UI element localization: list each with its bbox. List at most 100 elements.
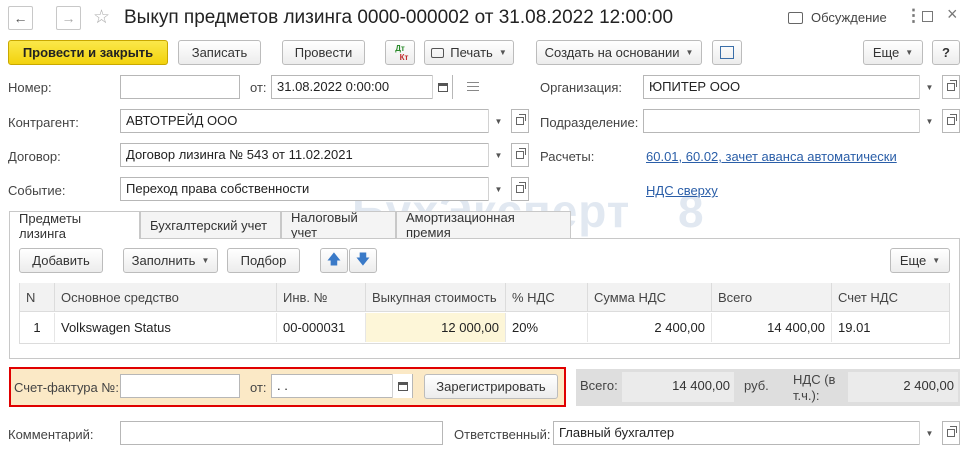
open-icon <box>947 426 957 437</box>
vat-total-label: НДС (в т.ч.): <box>793 372 836 403</box>
col-n[interactable]: N <box>20 283 55 312</box>
invoice-number-input[interactable] <box>120 374 240 398</box>
col-inv[interactable]: Инв. № <box>277 283 366 312</box>
comment-input[interactable] <box>120 421 443 445</box>
col-price[interactable]: Выкупная стоимость <box>366 283 506 312</box>
col-vat-rate[interactable]: % НДС <box>506 283 588 312</box>
add-label: Добавить <box>32 253 90 268</box>
chevron-down-icon[interactable]: ▼ <box>488 177 508 201</box>
event-input[interactable]: Переход права собственности <box>120 177 508 201</box>
organization-label: Организация: <box>540 80 623 95</box>
table-more-button[interactable]: Еще ▼ <box>890 248 950 273</box>
help-button[interactable]: ? <box>932 40 960 65</box>
open-division-button[interactable] <box>942 109 960 133</box>
settlements-link[interactable]: 60.01, 60.02, зачет аванса автоматически <box>646 149 897 164</box>
chevron-down-icon: ▼ <box>932 256 941 265</box>
total-value: 14 400,00 <box>672 378 730 393</box>
register-button[interactable]: Зарегистрировать <box>424 374 558 399</box>
table-header: N Основное средство Инв. № Выкупная стои… <box>20 283 949 312</box>
discussion-button[interactable]: Обсуждение <box>788 10 887 25</box>
chevron-down-icon: ▼ <box>498 48 507 57</box>
division-input[interactable] <box>643 109 939 133</box>
printer-icon <box>431 47 445 58</box>
list-icon[interactable] <box>467 82 479 91</box>
post-and-close-label: Провести и закрыть <box>22 45 154 60</box>
tab-label: Налоговый учет <box>291 210 358 240</box>
cell-vat-account: 19.01 <box>838 320 871 335</box>
chat-bubble-icon <box>788 11 803 24</box>
comment-label: Комментарий: <box>8 427 94 442</box>
tab-label: Амортизационная премия <box>406 210 515 240</box>
contract-label: Договор: <box>8 149 61 164</box>
date-input[interactable]: 31.08.2022 0:00:00 <box>271 75 453 99</box>
more-vertical-icon[interactable]: ⋮ <box>905 6 922 26</box>
create-based-on-button[interactable]: Создать на основании ▼ <box>536 40 702 65</box>
add-button[interactable]: Добавить <box>19 248 103 273</box>
number-label: Номер: <box>8 80 52 95</box>
chevron-down-icon: ▼ <box>685 48 694 57</box>
post-button[interactable]: Провести <box>282 40 365 65</box>
nav-back-button[interactable]: ← <box>8 6 33 30</box>
chevron-down-icon[interactable]: ▼ <box>919 75 939 99</box>
tab-leasing-items[interactable]: Предметы лизинга <box>9 210 140 241</box>
restore-window-icon[interactable] <box>922 11 933 22</box>
col-vat-account[interactable]: Счет НДС <box>832 283 949 312</box>
discussion-label: Обсуждение <box>811 10 887 25</box>
close-icon[interactable]: × <box>947 4 958 25</box>
counterparty-input[interactable]: АВТОТРЕЙД ООО <box>120 109 508 133</box>
chevron-down-icon[interactable]: ▼ <box>488 109 508 133</box>
cell-asset: Volkswagen Status <box>55 313 277 342</box>
window-title: Выкуп предметов лизинга 0000-000002 от 3… <box>124 7 674 28</box>
chevron-down-icon: ▼ <box>201 256 210 265</box>
save-button[interactable]: Записать <box>178 40 261 65</box>
contract-input[interactable]: Договор лизинга № 543 от 11.02.2021 <box>120 143 508 167</box>
col-total[interactable]: Всего <box>712 283 832 312</box>
structure-button[interactable] <box>712 40 742 65</box>
calendar-icon[interactable] <box>432 75 452 99</box>
fill-button[interactable]: Заполнить ▼ <box>123 248 218 273</box>
create-based-label: Создать на основании <box>544 45 680 60</box>
tab-depreciation-bonus[interactable]: Амортизационная премия <box>396 210 571 240</box>
tab-label: Бухгалтерский учет <box>150 217 268 233</box>
open-organization-button[interactable] <box>942 75 960 99</box>
dt-kt-button[interactable]: Дт Кт <box>385 40 415 65</box>
tab-accounting[interactable]: Бухгалтерский учет <box>140 211 281 238</box>
currency-label: руб. <box>744 378 769 393</box>
event-label: Событие: <box>8 183 66 198</box>
calendar-icon[interactable] <box>392 374 412 398</box>
print-button[interactable]: Печать ▼ <box>424 40 514 65</box>
kt-label: Кт <box>399 52 409 62</box>
vat-on-top-link[interactable]: НДС сверху <box>646 183 718 198</box>
chevron-down-icon[interactable]: ▼ <box>919 421 939 445</box>
responsible-input[interactable]: Главный бухгалтер <box>553 421 939 445</box>
col-vat-sum[interactable]: Сумма НДС <box>588 283 712 312</box>
more-button[interactable]: Еще ▼ <box>863 40 923 65</box>
chevron-down-icon[interactable]: ▼ <box>919 109 939 133</box>
organization-input[interactable]: ЮПИТЕР ООО <box>643 75 939 99</box>
col-asset[interactable]: Основное средство <box>55 283 277 312</box>
open-contract-button[interactable] <box>511 143 529 167</box>
post-label: Провести <box>294 45 353 60</box>
favorite-star-icon[interactable]: ☆ <box>93 6 110 29</box>
open-icon <box>947 114 957 125</box>
nav-forward-button[interactable]: → <box>56 6 81 30</box>
cell-inv: 00-000031 <box>277 313 366 342</box>
tab-label: Предметы лизинга <box>19 210 82 241</box>
table-row[interactable]: 1 Volkswagen Status 00-000031 12 000,00 … <box>20 313 949 342</box>
open-responsible-button[interactable] <box>942 421 960 445</box>
move-down-button[interactable]: 🡇 <box>349 248 377 273</box>
select-label: Подбор <box>240 253 287 268</box>
open-icon <box>947 80 957 91</box>
number-input[interactable] <box>120 75 240 99</box>
open-event-button[interactable] <box>511 177 529 201</box>
tab-tax-accounting[interactable]: Налоговый учет <box>281 210 396 240</box>
print-label: Печать <box>450 45 493 60</box>
selection-button[interactable]: Подбор <box>227 248 300 273</box>
post-and-close-button[interactable]: Провести и закрыть <box>8 40 168 65</box>
move-up-button[interactable]: 🡅 <box>320 248 348 273</box>
arrow-left-icon: ← <box>13 10 28 26</box>
open-counterparty-button[interactable] <box>511 109 529 133</box>
chevron-down-icon[interactable]: ▼ <box>488 143 508 167</box>
hierarchy-icon <box>720 46 734 59</box>
responsible-label: Ответственный: <box>454 427 551 442</box>
